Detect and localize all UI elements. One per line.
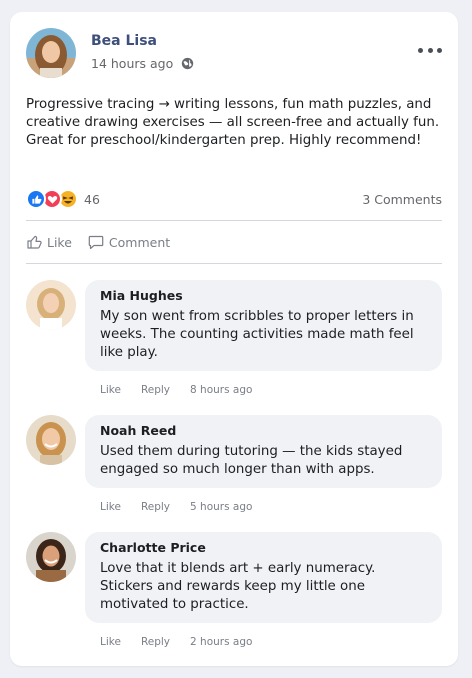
comment-text: Love that it blends art + early numeracy…: [100, 561, 376, 612]
comment-bubble: Charlotte Price Love that it blends art …: [85, 532, 442, 623]
post-actions: Like Comment: [26, 234, 170, 250]
comment-text: My son went from scribbles to proper let…: [100, 309, 414, 360]
post-time[interactable]: 14 hours ago: [91, 56, 173, 71]
comment-actions: Like Reply 8 hours ago: [100, 384, 252, 396]
comment-text: Used them during tutoring — the kids sta…: [100, 444, 403, 477]
comment-like-button[interactable]: Like: [100, 384, 121, 396]
author-name[interactable]: Bea Lisa: [91, 33, 157, 49]
more-dot-icon: [418, 47, 423, 53]
commenter-name[interactable]: Mia Hughes: [100, 288, 427, 303]
commenter-name[interactable]: Noah Reed: [100, 423, 427, 438]
thumbs-up-reaction-icon: [26, 189, 46, 209]
comment-like-button[interactable]: Like: [100, 636, 121, 648]
comment-bubble: Mia Hughes My son went from scribbles to…: [85, 280, 442, 371]
globe-icon: [182, 57, 194, 70]
post-meta: 14 hours ago: [91, 56, 194, 71]
post-header: Bea Lisa 14 hours ago: [26, 28, 442, 80]
comment-reply-button[interactable]: Reply: [141, 501, 170, 513]
post-text: Progressive tracing → writing lessons, f…: [26, 97, 440, 148]
comment-time: 2 hours ago: [190, 636, 253, 648]
commenter-avatar[interactable]: [26, 415, 76, 465]
divider: [26, 220, 442, 221]
author-avatar[interactable]: [26, 28, 76, 78]
comment-time: 8 hours ago: [190, 384, 253, 396]
more-dot-icon: [437, 47, 442, 53]
comment-actions: Like Reply 5 hours ago: [100, 501, 252, 513]
comment-time: 5 hours ago: [190, 501, 253, 513]
comment-icon: [88, 235, 104, 250]
comment-count-link[interactable]: 3 Comments: [362, 192, 442, 207]
thumbs-up-icon: [27, 235, 42, 249]
more-options-button[interactable]: [418, 42, 442, 58]
like-button[interactable]: Like: [26, 234, 72, 250]
commenter-name[interactable]: Charlotte Price: [100, 540, 427, 555]
like-label: Like: [47, 234, 72, 250]
comment-label: Comment: [108, 234, 171, 250]
comment-like-button[interactable]: Like: [100, 501, 121, 513]
more-dot-icon: [427, 47, 433, 53]
post-card: Bea Lisa 14 hours ago Progressive tracin…: [10, 12, 458, 666]
reactions-summary[interactable]: 46: [26, 188, 100, 210]
comment-reply-button[interactable]: Reply: [141, 384, 170, 396]
commenter-avatar[interactable]: [26, 532, 76, 582]
comment-bubble: Noah Reed Used them during tutoring — th…: [85, 415, 442, 488]
divider: [26, 263, 442, 264]
comment-actions: Like Reply 2 hours ago: [100, 636, 252, 648]
commenter-avatar[interactable]: [26, 280, 76, 330]
reaction-count: 46: [84, 191, 100, 207]
comment-button[interactable]: Comment: [88, 234, 170, 250]
comment-reply-button[interactable]: Reply: [141, 636, 170, 648]
